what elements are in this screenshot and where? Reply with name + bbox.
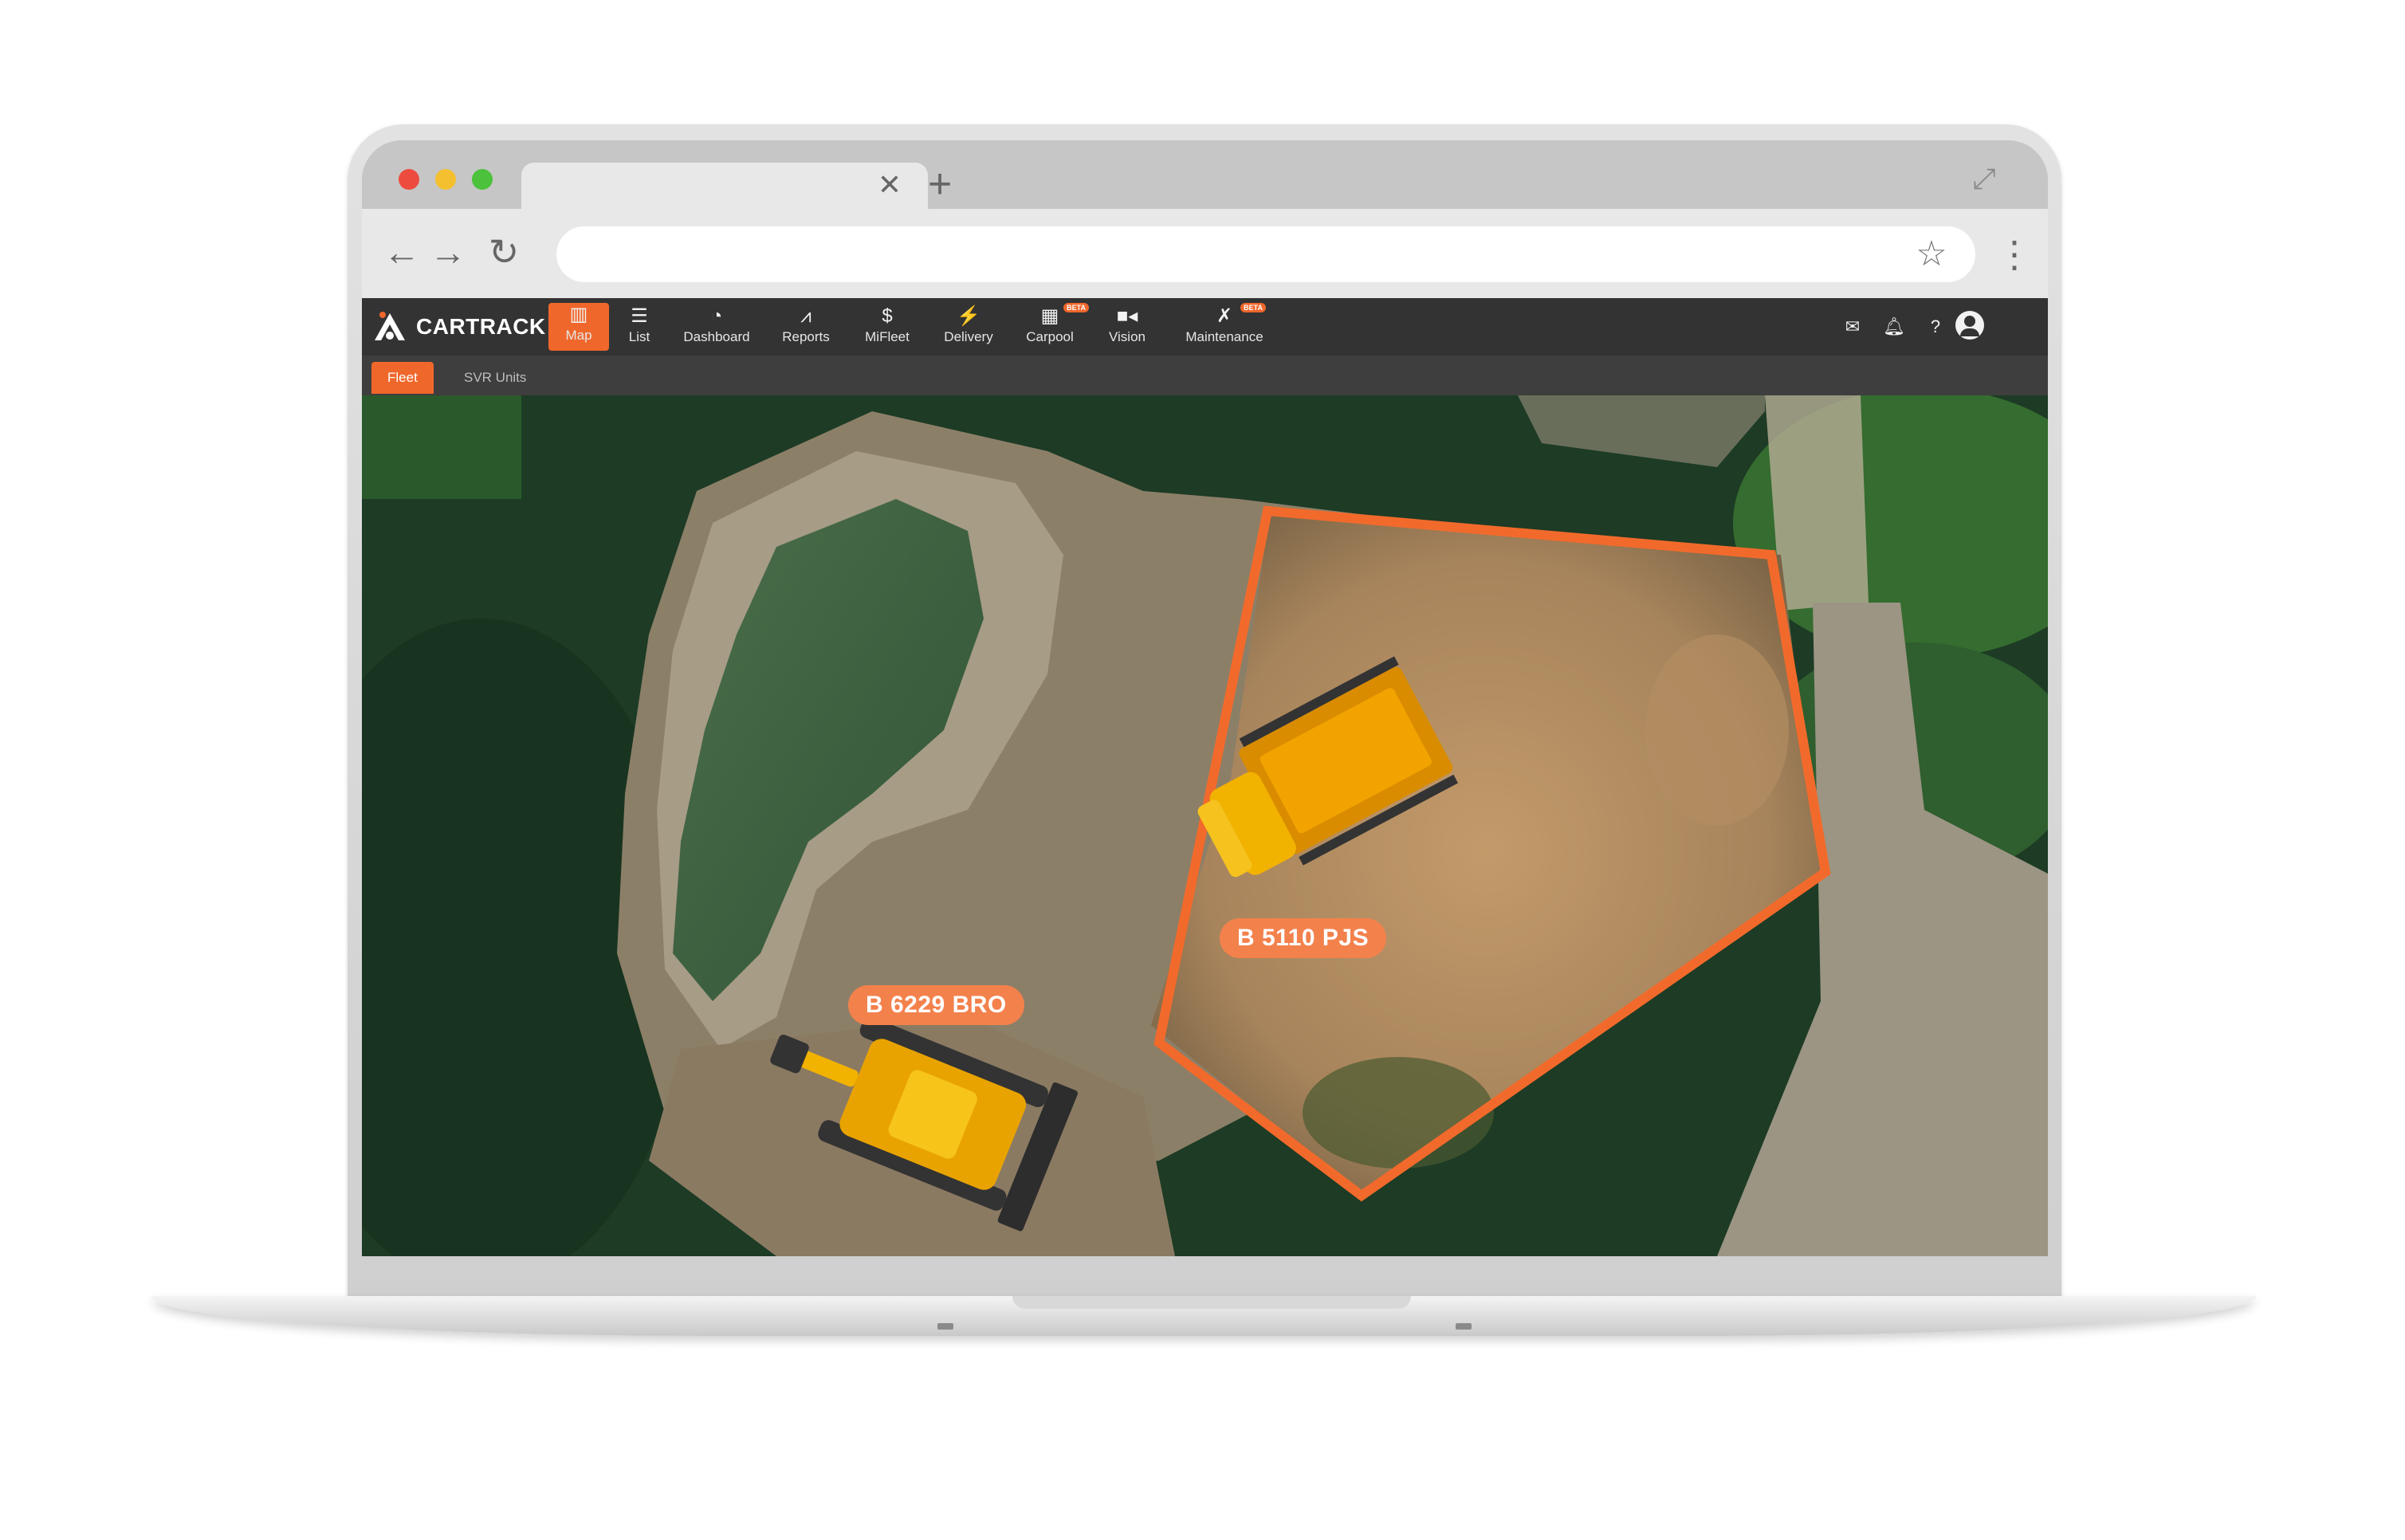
gauge-icon: ◔ bbox=[710, 305, 723, 327]
address-bar[interactable]: ☆ bbox=[556, 226, 1975, 282]
nav-delivery-label: Delivery bbox=[944, 329, 993, 344]
video-icon: ■◂ bbox=[1116, 305, 1138, 327]
beta-badge: BETA bbox=[1240, 303, 1266, 312]
nav-maintenance[interactable]: ✗ Maintenance BETA bbox=[1169, 303, 1280, 351]
laptop-foot bbox=[937, 1323, 953, 1330]
vehicle-label-b5110pjs[interactable]: B 5110 PJS bbox=[1220, 918, 1387, 958]
nav-carpool[interactable]: ▦ Carpool BETA bbox=[1014, 303, 1089, 351]
mail-icon[interactable]: ✉ bbox=[1840, 314, 1865, 340]
browser-tab[interactable] bbox=[521, 163, 928, 210]
minimize-window-dot[interactable] bbox=[435, 169, 456, 190]
laptop-notch bbox=[1012, 1296, 1411, 1309]
kebab-menu-icon[interactable]: ⋮ bbox=[1996, 226, 2033, 282]
nav-mifleet[interactable]: $ MiFleet bbox=[851, 304, 923, 351]
chart-icon: ⩘ bbox=[800, 305, 811, 327]
nav-carpool-label: Carpool bbox=[1026, 329, 1074, 344]
tab-svr-units[interactable]: SVR Units bbox=[448, 362, 542, 394]
nav-mifleet-label: MiFleet bbox=[865, 329, 910, 344]
app-topbar: CARTRACK ▥ Map ☰ List ◔ Dashboard ⩘ Repo… bbox=[362, 298, 2048, 356]
nav-list[interactable]: ☰ List bbox=[615, 304, 663, 351]
nav-map[interactable]: ▥ Map bbox=[548, 303, 609, 351]
nav-vision[interactable]: ■◂ Vision bbox=[1095, 304, 1159, 351]
nav-dashboard[interactable]: ◔ Dashboard bbox=[673, 304, 760, 351]
nav-maintenance-label: Maintenance bbox=[1185, 329, 1263, 344]
nav-map-label: Map bbox=[565, 328, 592, 343]
close-window-dot[interactable] bbox=[399, 169, 419, 190]
nav-reports-label: Reports bbox=[782, 329, 830, 344]
forward-arrow-icon[interactable]: → bbox=[426, 230, 470, 274]
tab-close-icon[interactable]: ✕ bbox=[874, 169, 906, 201]
list-icon: ☰ bbox=[631, 305, 648, 327]
brand-name: CARTRACK bbox=[416, 314, 546, 339]
back-arrow-icon[interactable]: ← bbox=[379, 230, 424, 274]
nav-delivery[interactable]: ⚡ Delivery bbox=[933, 304, 1004, 351]
expand-icon[interactable]: ⤢ bbox=[1968, 163, 2000, 194]
cartrack-logo-icon bbox=[375, 312, 405, 340]
nav-list-label: List bbox=[628, 329, 650, 344]
cartrack-logo[interactable]: CARTRACK bbox=[371, 306, 546, 348]
maximize-window-dot[interactable] bbox=[472, 169, 493, 190]
browser-tabbar: ✕ + ⤢ bbox=[362, 140, 2048, 210]
map-imagery bbox=[362, 395, 2048, 1256]
bolt-icon: ⚡ bbox=[957, 305, 980, 327]
laptop-foot bbox=[1456, 1323, 1472, 1330]
map-icon: ▥ bbox=[569, 304, 588, 325]
nav-vision-label: Vision bbox=[1109, 329, 1146, 344]
nav-dashboard-label: Dashboard bbox=[683, 329, 750, 344]
help-icon[interactable]: ? bbox=[1923, 314, 1948, 340]
app-subbar: Fleet SVR Units bbox=[362, 356, 2048, 395]
bell-icon[interactable]: 🔔︎ bbox=[1881, 314, 1907, 340]
tab-fleet[interactable]: Fleet bbox=[371, 362, 434, 394]
browser-window: ✕ + ⤢ ← → ↻ ☆ ⋮ CARTRACK ▥ Map ☰ List ◔ … bbox=[362, 140, 2048, 1256]
beta-badge: BETA bbox=[1063, 303, 1089, 312]
vehicle-label-b6229bro[interactable]: B 6229 BRO bbox=[848, 985, 1024, 1025]
nav-reports[interactable]: ⩘ Reports bbox=[768, 304, 843, 351]
bookmark-star-icon[interactable]: ☆ bbox=[1910, 233, 1953, 276]
cartrack-app: CARTRACK ▥ Map ☰ List ◔ Dashboard ⩘ Repo… bbox=[362, 298, 2048, 1256]
satellite-map[interactable]: B 5110 PJS B 6229 BRO bbox=[362, 395, 2048, 1256]
reload-icon[interactable]: ↻ bbox=[481, 230, 526, 274]
user-avatar-icon[interactable] bbox=[1955, 311, 1984, 340]
new-tab-icon[interactable]: + bbox=[920, 163, 960, 205]
browser-navbar: ← → ↻ ☆ ⋮ bbox=[362, 209, 2048, 298]
dollar-icon: $ bbox=[882, 305, 893, 327]
